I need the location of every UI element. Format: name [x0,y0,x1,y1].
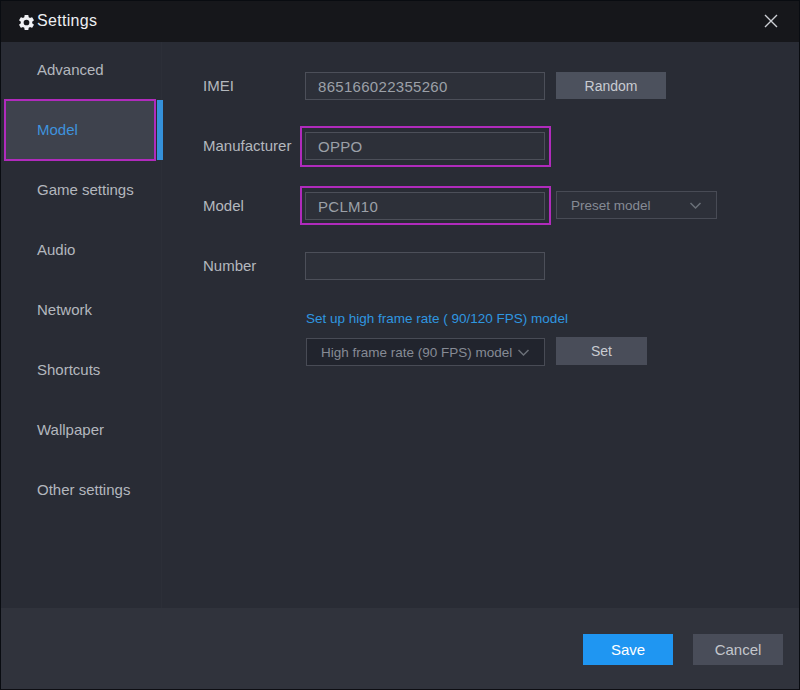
sidebar-active-accent-bar [157,100,163,160]
footer-bar [0,608,800,690]
sidebar-item-other-settings[interactable]: Other settings [0,460,160,520]
sidebar-item-wallpaper[interactable]: Wallpaper [0,400,160,460]
model-label: Model [203,196,244,216]
save-button[interactable]: Save [583,634,673,665]
high-frame-rate-dropdown-label: High frame rate (90 FPS) model [321,345,512,360]
set-button[interactable]: Set [556,337,647,365]
high-frame-rate-dropdown[interactable]: High frame rate (90 FPS) model [306,338,545,366]
high-frame-rate-chevron-down-icon [517,345,530,360]
settings-gear-icon [17,13,36,36]
window-title: Settings [37,0,97,42]
high-frame-rate-link[interactable]: Set up high frame rate ( 90/120 FPS) mod… [306,311,568,326]
random-button[interactable]: Random [556,72,666,99]
imei-label: IMEI [203,76,234,96]
close-icon[interactable] [762,12,780,30]
manufacturer-label: Manufacturer [203,136,291,156]
sidebar-item-model[interactable]: Model [0,100,160,160]
model-input[interactable] [305,192,545,220]
imei-input[interactable] [305,72,545,100]
sidebar-item-advanced[interactable]: Advanced [0,40,160,100]
title-bar: Settings [0,0,800,42]
cancel-button[interactable]: Cancel [693,634,783,665]
sidebar-item-audio[interactable]: Audio [0,220,160,280]
manufacturer-input[interactable] [305,132,545,160]
sidebar-item-shortcuts[interactable]: Shortcuts [0,340,160,400]
preset-model-dropdown[interactable]: Preset model [556,191,717,219]
number-label: Number [203,256,256,276]
sidebar-item-game-settings[interactable]: Game settings [0,160,160,220]
sidebar-item-network[interactable]: Network [0,280,160,340]
number-input[interactable] [305,252,545,280]
preset-model-dropdown-label: Preset model [571,198,651,213]
preset-model-chevron-down-icon [689,198,702,213]
